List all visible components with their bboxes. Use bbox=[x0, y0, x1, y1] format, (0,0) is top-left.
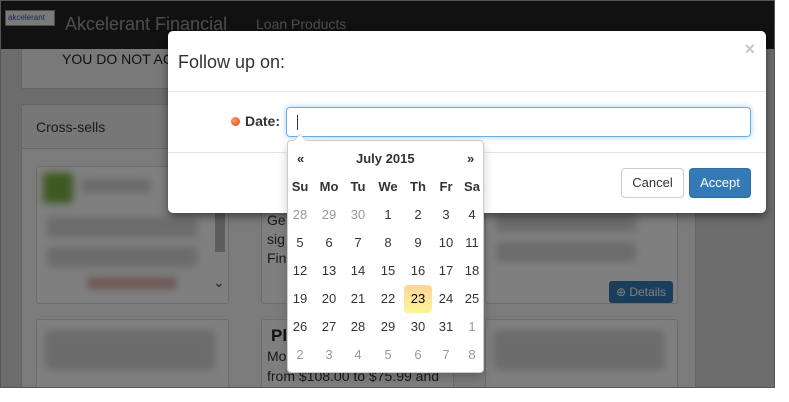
calendar-day[interactable]: 6 bbox=[315, 229, 343, 257]
weekday-header: Sa bbox=[464, 179, 480, 194]
datepicker-dropdown: « July 2015 » Su Mo Tu We Th Fr Sa 28 29 3… bbox=[286, 134, 486, 373]
modal-title: Follow up on: bbox=[178, 52, 286, 72]
calendar-day[interactable]: 3 bbox=[315, 341, 343, 369]
required-indicator-icon bbox=[231, 117, 240, 126]
calendar-day[interactable]: 10 bbox=[432, 229, 460, 257]
date-label: Date: bbox=[245, 113, 281, 129]
calendar-day[interactable]: 24 bbox=[432, 285, 460, 313]
calendar-day[interactable]: 12 bbox=[286, 257, 314, 285]
calendar-day[interactable]: 26 bbox=[286, 313, 314, 341]
calendar-day[interactable]: 14 bbox=[344, 257, 372, 285]
weekday-header: Su bbox=[291, 179, 309, 194]
date-input[interactable] bbox=[286, 107, 751, 137]
calendar-day[interactable]: 31 bbox=[432, 313, 460, 341]
calendar-day[interactable]: 19 bbox=[286, 285, 314, 313]
calendar-day-today[interactable]: 23 bbox=[404, 285, 432, 313]
calendar-day[interactable]: 3 bbox=[432, 201, 460, 229]
cancel-button[interactable]: Cancel bbox=[621, 168, 684, 198]
calendar-day[interactable]: 16 bbox=[404, 257, 432, 285]
weekday-header: Fr bbox=[439, 179, 453, 194]
calendar-day[interactable]: 27 bbox=[315, 313, 343, 341]
calendar-day[interactable]: 29 bbox=[315, 201, 343, 229]
calendar-day[interactable]: 30 bbox=[404, 313, 432, 341]
month-switch[interactable]: July 2015 bbox=[356, 151, 415, 166]
calendar-day[interactable]: 6 bbox=[404, 341, 432, 369]
calendar-day[interactable]: 18 bbox=[458, 257, 486, 285]
calendar-day[interactable]: 21 bbox=[344, 285, 372, 313]
weekday-header: Tu bbox=[350, 179, 366, 194]
calendar-day[interactable]: 11 bbox=[458, 229, 486, 257]
prev-month-button[interactable]: « bbox=[297, 151, 304, 166]
calendar-day[interactable]: 22 bbox=[374, 285, 402, 313]
app-window: akcelerant Akcelerant Financial Loan Pro… bbox=[0, 0, 775, 388]
calendar-day[interactable]: 13 bbox=[315, 257, 343, 285]
calendar-day[interactable]: 1 bbox=[374, 201, 402, 229]
weekday-header: We bbox=[378, 179, 398, 194]
calendar-day[interactable]: 5 bbox=[286, 229, 314, 257]
calendar-day[interactable]: 28 bbox=[286, 201, 314, 229]
calendar-day[interactable]: 25 bbox=[458, 285, 486, 313]
calendar-day[interactable]: 28 bbox=[344, 313, 372, 341]
calendar-day[interactable]: 9 bbox=[404, 229, 432, 257]
accept-button[interactable]: Accept bbox=[689, 168, 751, 198]
datepicker-pointer-inner bbox=[294, 135, 306, 141]
calendar-day[interactable]: 4 bbox=[458, 201, 486, 229]
close-icon[interactable]: × bbox=[744, 39, 755, 60]
calendar-day[interactable]: 4 bbox=[344, 341, 372, 369]
weekday-header: Th bbox=[410, 179, 426, 194]
calendar-day[interactable]: 2 bbox=[286, 341, 314, 369]
calendar-day[interactable]: 7 bbox=[344, 229, 372, 257]
calendar-day[interactable]: 30 bbox=[344, 201, 372, 229]
calendar-day[interactable]: 7 bbox=[432, 341, 460, 369]
calendar-day[interactable]: 17 bbox=[432, 257, 460, 285]
text-cursor bbox=[297, 115, 298, 130]
next-month-button[interactable]: » bbox=[467, 151, 474, 166]
calendar-day[interactable]: 1 bbox=[458, 313, 486, 341]
calendar-day[interactable]: 15 bbox=[374, 257, 402, 285]
calendar-day[interactable]: 2 bbox=[404, 201, 432, 229]
calendar-day[interactable]: 29 bbox=[374, 313, 402, 341]
weekday-header: Mo bbox=[319, 179, 339, 194]
modal-header: Follow up on: × bbox=[168, 31, 766, 92]
calendar-day[interactable]: 5 bbox=[374, 341, 402, 369]
calendar-day[interactable]: 8 bbox=[374, 229, 402, 257]
calendar-day[interactable]: 8 bbox=[458, 341, 486, 369]
calendar-day[interactable]: 20 bbox=[315, 285, 343, 313]
